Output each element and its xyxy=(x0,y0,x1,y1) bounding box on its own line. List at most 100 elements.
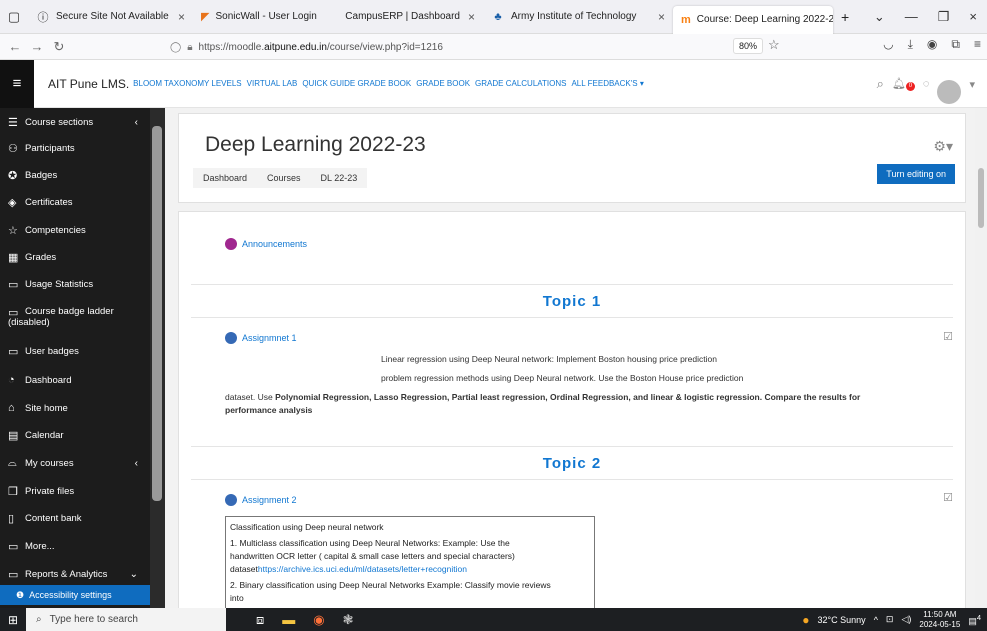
page-scrollbar-thumb[interactable] xyxy=(978,168,984,228)
notification-center-icon[interactable]: ▤4 xyxy=(968,613,981,627)
messages-icon[interactable]: ◌ xyxy=(923,78,930,90)
nav-grade-calculations[interactable]: GRADE CALCULATIONS xyxy=(475,79,566,88)
search-icon[interactable]: ⌕ xyxy=(877,76,884,92)
volume-icon[interactable]: ◁) xyxy=(901,614,911,625)
drawer-item-calendar[interactable]: ▤ Calendar xyxy=(0,429,150,442)
minimize-icon[interactable]: — xyxy=(905,9,918,25)
url-bar[interactable]: ◯ 🔒︎ https://moodle. aitpune.edu.in/cours… xyxy=(170,37,790,57)
breadcrumb-courses[interactable]: Courses xyxy=(257,173,311,183)
breadcrumb-dashboard[interactable]: Dashboard xyxy=(193,173,257,183)
drawer-item-content-bank[interactable]: ▯ Content bank xyxy=(0,512,150,525)
restore-icon[interactable]: ❐ xyxy=(938,9,950,25)
close-tab-icon[interactable]: × xyxy=(170,10,185,24)
announcements-link[interactable]: Announcements xyxy=(242,239,307,249)
drawer-item-my-courses[interactable]: ⌓ My courses ‹ xyxy=(0,457,150,470)
extensions-icon[interactable]: ⧉ xyxy=(951,37,960,52)
drawer-item-participants[interactable]: ⚇ Participants xyxy=(0,142,150,155)
drawer-item-dashboard[interactable]: ◔ Dashboard xyxy=(0,374,150,386)
sonicwall-icon: ◤ xyxy=(201,11,210,23)
nav-quick-guide[interactable]: QUICK GUIDE GRADE BOOK xyxy=(302,79,411,88)
breadcrumb-course[interactable]: DL 22-23 xyxy=(311,173,368,183)
browser-tab[interactable]: ◤ SonicWall - User Login × xyxy=(193,0,321,34)
nav-virtual-lab[interactable]: VIRTUAL LAB xyxy=(247,79,298,88)
task-view-icon[interactable]: ⧈ xyxy=(256,612,264,628)
chevron-down-icon[interactable]: ⌄ xyxy=(874,9,885,25)
close-tab-icon[interactable]: × xyxy=(460,10,475,24)
file-explorer-icon[interactable]: ▬ xyxy=(282,612,295,628)
people-icon: ⚇ xyxy=(8,143,18,155)
app-icon[interactable]: ❃ xyxy=(343,612,354,628)
close-window-icon[interactable]: × xyxy=(969,9,977,25)
files-icon: ❒ xyxy=(8,486,18,498)
drawer-item-site-home[interactable]: ⌂ Site home xyxy=(0,402,150,414)
zoom-level[interactable]: 80% xyxy=(733,38,764,54)
dataset-link[interactable]: https://archive.ics.uci.edu/ml/datasets/… xyxy=(258,564,467,574)
account-icon[interactable]: ◉ xyxy=(927,37,937,52)
drawer-item-badges[interactable]: ✪ Badges xyxy=(0,169,150,182)
taskbar-search[interactable]: ⌕ Type here to search xyxy=(26,608,226,631)
bookmark-star-icon[interactable]: ☆ xyxy=(768,37,780,53)
taskbar-clock[interactable]: 11:50 AM 2024-05-15 xyxy=(919,610,960,630)
weather-sun-icon: ● xyxy=(802,612,810,627)
windows-start-icon[interactable]: ⊞ xyxy=(0,613,26,627)
drawer-item-competencies[interactable]: ☆ Competencies xyxy=(0,224,150,237)
notification-bell-icon[interactable]: 🔔︎ 0 xyxy=(892,77,915,91)
site-brand[interactable]: AIT Pune LMS. xyxy=(48,77,129,91)
tray-chevron-up-icon[interactable]: ^ xyxy=(874,615,878,625)
reload-icon[interactable]: ↻ xyxy=(48,39,70,55)
accessibility-label: Accessibility settings xyxy=(29,590,112,600)
drawer-item-more[interactable]: ▭ More... xyxy=(0,540,150,553)
course-main-region: Deep Learning 2022-23 ⚙▾ Dashboard Cours… xyxy=(165,108,975,608)
browser-tab[interactable]: CampusERP | Dashboard × xyxy=(321,0,483,34)
drawer-item-course-badge-ladder[interactable]: ▭ Course badge ladder (disabled) xyxy=(0,306,150,328)
menu-icon[interactable]: ≡ xyxy=(974,37,981,52)
completion-checkbox-icon[interactable]: ☑ xyxy=(943,330,953,343)
browser-tab-active[interactable]: m Course: Deep Learning 2022-23 × xyxy=(673,5,833,34)
drawer-scrollbar-thumb[interactable] xyxy=(152,126,162,501)
tab-title: Army Institute of Technology xyxy=(511,11,637,22)
drawer-item-usage-statistics[interactable]: ▭ Usage Statistics xyxy=(0,278,150,291)
assignment-2-activity[interactable]: Assignment 2 xyxy=(225,494,297,506)
assignment-1-desc-line: problem regression methods using Deep Ne… xyxy=(381,373,744,383)
notification-count: 4 xyxy=(976,612,981,622)
drawer-item-certificates[interactable]: ◈ Certificates xyxy=(0,196,150,209)
drawer-item-user-badges[interactable]: ▭ User badges xyxy=(0,345,150,358)
user-menu-chevron-icon[interactable]: ▾ xyxy=(969,78,975,91)
avatar[interactable] xyxy=(937,80,962,104)
download-icon[interactable]: ⤓ xyxy=(908,37,913,52)
weather-text[interactable]: 32°C Sunny xyxy=(818,615,866,625)
assignment-1-link[interactable]: Assignmnet 1 xyxy=(242,333,297,343)
completion-checkbox-icon[interactable]: ☑ xyxy=(943,491,953,504)
table-icon: ▦ xyxy=(8,252,19,264)
drawer-item-private-files[interactable]: ❒ Private files xyxy=(0,485,150,498)
nav-all-feedbacks[interactable]: ALL FEEDBACK'S ▾ xyxy=(571,79,643,88)
browser-tab[interactable]: ⓘ Secure Site Not Available × xyxy=(28,0,193,34)
nav-bloom-taxonomy[interactable]: BLOOM TAXONOMY LEVELS xyxy=(133,79,241,88)
firefox-icon[interactable]: ◉ xyxy=(313,612,324,628)
tab-list-icon[interactable]: ▢ xyxy=(0,0,28,34)
drawer-item-grades[interactable]: ▦ Grades xyxy=(0,251,150,264)
browser-tab[interactable]: ♣ Army Institute of Technology × xyxy=(483,0,673,34)
desc-line: 1. Multiclass classification using Deep … xyxy=(230,538,510,548)
turn-editing-on-button[interactable]: Turn editing on xyxy=(877,164,955,184)
forward-icon[interactable]: → xyxy=(26,39,48,54)
drawer-item-course-sections[interactable]: ☰ Course sections ‹ xyxy=(0,116,150,129)
drawer-item-label: Dashboard xyxy=(25,374,72,386)
new-tab-button[interactable]: + xyxy=(833,0,857,34)
announcements-activity[interactable]: Announcements xyxy=(225,238,307,250)
network-icon[interactable]: ⊡ xyxy=(886,614,894,625)
page-scrollbar[interactable] xyxy=(975,108,987,608)
accessibility-settings-button[interactable]: ❶ Accessibility settings xyxy=(0,585,150,605)
nav-grade-book[interactable]: GRADE BOOK xyxy=(416,79,470,88)
taskbar-search-placeholder: Type here to search xyxy=(49,614,138,625)
back-icon[interactable]: ← xyxy=(4,39,26,54)
pocket-icon[interactable]: ◡ xyxy=(883,37,893,52)
drawer-item-label: Private files xyxy=(25,486,75,497)
assignment-2-link[interactable]: Assignment 2 xyxy=(242,495,297,505)
close-tab-icon[interactable]: × xyxy=(650,10,665,24)
gear-icon[interactable]: ⚙▾ xyxy=(933,138,953,155)
drawer-item-reports-analytics[interactable]: ▭ Reports & Analytics ⌄ xyxy=(0,568,150,581)
assignment-1-activity[interactable]: Assignmnet 1 xyxy=(225,332,297,344)
drawer-scrollbar[interactable] xyxy=(150,108,165,608)
drawer-toggle-icon[interactable]: ≡ xyxy=(0,59,34,108)
